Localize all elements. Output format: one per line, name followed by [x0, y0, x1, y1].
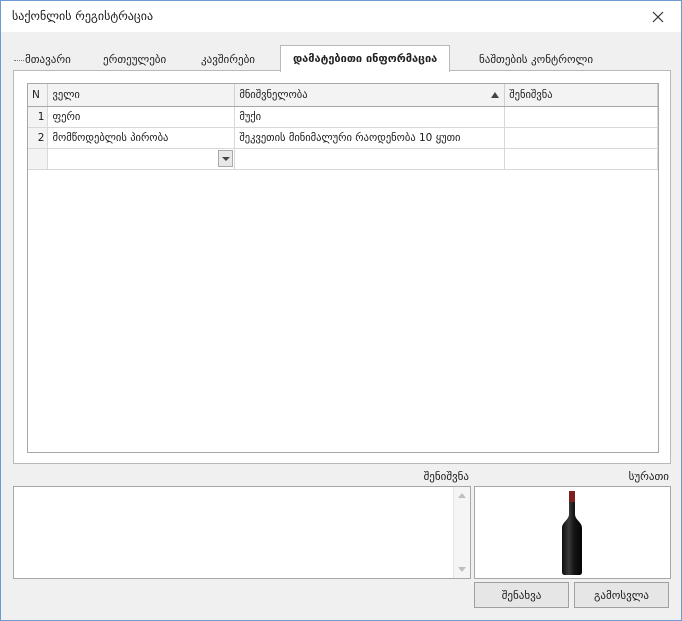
- close-icon: [652, 11, 664, 22]
- note-text: [14, 487, 470, 493]
- cell-value[interactable]: შეკვეთის მინიმალური რაოდენობა 10 ყუთი: [234, 127, 506, 149]
- dialog-window: საქონლის რეგისტრაცია მთავარი ერთეულები კ…: [0, 0, 682, 621]
- scroll-down-icon[interactable]: [458, 567, 466, 572]
- tab-main[interactable]: მთავარი: [19, 49, 77, 71]
- cell-field[interactable]: ფერი: [47, 106, 236, 128]
- column-header-n[interactable]: N: [28, 84, 49, 107]
- field-dropdown-button[interactable]: [218, 150, 234, 167]
- row-number: 1: [28, 106, 49, 128]
- column-header-field[interactable]: ველი: [47, 84, 236, 107]
- field-combo-cell[interactable]: [47, 148, 236, 170]
- new-row-number: [28, 148, 49, 170]
- tab-units[interactable]: ერთეულები: [97, 49, 172, 71]
- scroll-up-icon[interactable]: [458, 493, 466, 498]
- image-viewer[interactable]: [474, 486, 671, 579]
- title-bar[interactable]: საქონლის რეგისტრაცია: [1, 1, 681, 32]
- table-row[interactable]: 2 მომწოდებლის პირობა შეკვეთის მინიმალური…: [28, 127, 658, 149]
- exit-button[interactable]: გამოსვლა: [574, 582, 669, 608]
- info-table: N ველი მნიშვნელობა შენიშვნა 1 ფერი მუქი: [28, 84, 658, 170]
- new-row[interactable]: [28, 148, 658, 170]
- wine-bottle-icon: [562, 491, 582, 575]
- new-cell-value[interactable]: [234, 148, 506, 170]
- note-scrollbar[interactable]: [453, 487, 470, 578]
- tab-relations[interactable]: კავშირები: [195, 49, 261, 71]
- column-header-value-label: მნიშვნელობა: [239, 89, 308, 101]
- window-title: საქონლის რეგისტრაცია: [12, 9, 154, 23]
- tab-additional-info[interactable]: დამატებითი ინფორმაცია: [280, 45, 451, 72]
- info-grid[interactable]: N ველი მნიშვნელობა შენიშვნა 1 ფერი მუქი: [27, 83, 659, 453]
- new-cell-note[interactable]: [504, 148, 658, 170]
- note-label: შენიშვნა: [423, 470, 469, 483]
- cell-note[interactable]: [504, 106, 658, 128]
- note-textarea[interactable]: [13, 486, 471, 579]
- chevron-down-icon: [221, 156, 230, 161]
- cell-value[interactable]: მუქი: [234, 106, 506, 128]
- image-label: სურათი: [628, 470, 669, 483]
- column-header-note[interactable]: შენიშვნა: [504, 84, 658, 107]
- table-row[interactable]: 1 ფერი მუქი: [28, 106, 658, 128]
- row-number: 2: [28, 127, 49, 149]
- tab-stock-control[interactable]: ნაშთების კონტროლი: [473, 49, 599, 71]
- cell-note[interactable]: [504, 127, 658, 149]
- tab-strip: მთავარი ერთეულები კავშირები დამატებითი ი…: [13, 45, 670, 72]
- column-header-value[interactable]: მნიშვნელობა: [234, 84, 506, 107]
- close-button[interactable]: [635, 1, 681, 32]
- tab-panel-additional-info: N ველი მნიშვნელობა შენიშვნა 1 ფერი მუქი: [13, 70, 671, 464]
- sort-ascending-icon: [491, 92, 500, 98]
- save-button[interactable]: შენახვა: [474, 582, 569, 608]
- cell-field[interactable]: მომწოდებლის პირობა: [47, 127, 236, 149]
- grid-header-row: N ველი მნიშვნელობა შენიშვნა: [28, 84, 658, 107]
